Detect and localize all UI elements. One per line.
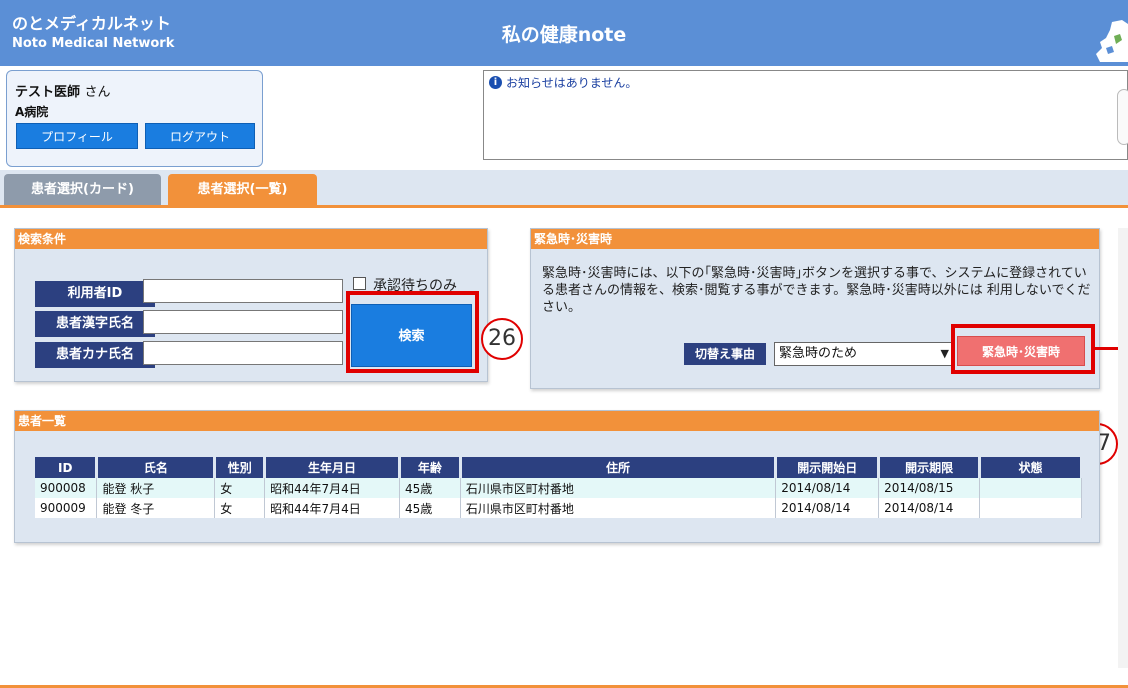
notice-box: i お知らせはありません。 (483, 70, 1128, 160)
column-header: 年齢 (399, 457, 462, 478)
search-panel-title: 検索条件 (15, 229, 487, 249)
profile-button[interactable]: プロフィール (16, 123, 138, 149)
emergency-button-highlight (951, 324, 1095, 374)
cell-id: 900008 (35, 478, 98, 498)
cell-name: 能登 冬子 (96, 498, 216, 518)
column-header: 氏名 (96, 457, 217, 478)
column-header: 状態 (979, 457, 1083, 478)
cell-disclosure-end: 2014/08/15 (878, 478, 981, 498)
noto-peninsula-map-icon (1096, 20, 1128, 62)
info-icon: i (489, 76, 502, 89)
column-header: 開示期限 (878, 457, 982, 478)
patient-table: ID 氏名 性別 生年月日 年齢 住所 開示開始日 開示期限 状態 900008… (35, 457, 1083, 518)
cell-address: 石川県市区町村番地 (460, 498, 777, 518)
kana-name-input[interactable] (143, 341, 343, 365)
tab-patient-select-list[interactable]: 患者選択(一覧) (168, 174, 317, 205)
cell-birthdate: 昭和44年7月4日 (264, 498, 400, 518)
cell-age: 45歳 (399, 498, 461, 518)
patient-list-title: 患者一覧 (15, 411, 1099, 431)
tab-patient-select-card[interactable]: 患者選択(カード) (4, 174, 161, 205)
cell-status (979, 498, 1082, 518)
cell-birthdate: 昭和44年7月4日 (264, 478, 400, 498)
patient-list-panel: 患者一覧 ID 氏名 性別 生年月日 年齢 住所 開示開始日 開示期限 状態 9… (14, 410, 1100, 543)
callout-number-26: 26 (481, 318, 523, 360)
table-row[interactable]: 900009 能登 冬子 女 昭和44年7月4日 45歳 石川県市区町村番地 2… (35, 498, 1082, 518)
kanji-name-input[interactable] (143, 310, 343, 334)
approval-only-checkbox[interactable] (353, 277, 366, 290)
table-header-row: ID 氏名 性別 生年月日 年齢 住所 開示開始日 開示期限 状態 (35, 457, 1083, 478)
cell-name: 能登 秋子 (96, 478, 216, 498)
cell-disclosure-start: 2014/08/14 (775, 498, 880, 518)
user-id-input[interactable] (143, 279, 343, 303)
cell-sex: 女 (214, 498, 266, 518)
cell-disclosure-end: 2014/08/14 (878, 498, 981, 518)
app-header: のとメディカルネット Noto Medical Network 私の健康note (0, 0, 1128, 66)
cell-sex: 女 (214, 478, 266, 498)
reason-label: 切替え事由 (684, 343, 766, 365)
logout-button[interactable]: ログアウト (145, 123, 255, 149)
user-name-text: テスト医師 (15, 85, 81, 100)
column-header: 住所 (460, 457, 778, 478)
table-row[interactable]: 900008 能登 秋子 女 昭和44年7月4日 45歳 石川県市区町村番地 2… (35, 478, 1082, 498)
user-id-label: 利用者ID (35, 281, 155, 307)
column-header: 生年月日 (264, 457, 401, 478)
chevron-down-icon: ▼ (940, 347, 949, 360)
user-honorific: さん (84, 85, 111, 100)
user-name: テスト医師 さん (15, 81, 111, 100)
tab-bar: 患者選択(カード) 患者選択(一覧) (0, 170, 1128, 208)
column-header: 性別 (214, 457, 267, 478)
cell-status (979, 478, 1082, 498)
user-panel: テスト医師 さん A病院 プロフィール ログアウト (6, 70, 263, 167)
column-header: ID (35, 457, 99, 478)
search-button-highlight (346, 291, 479, 373)
app-title: 私の健康note (501, 24, 627, 46)
kana-name-label: 患者カナ氏名 (35, 342, 155, 368)
notice-scrollbar[interactable] (1117, 89, 1128, 145)
cell-disclosure-start: 2014/08/14 (775, 478, 880, 498)
cell-address: 石川県市区町村番地 (460, 478, 777, 498)
emergency-panel-title: 緊急時･災害時 (531, 229, 1099, 249)
page-scrollbar[interactable] (1118, 228, 1128, 668)
cell-id: 900009 (35, 498, 98, 518)
hospital-name: A病院 (15, 105, 49, 119)
column-header: 開示開始日 (775, 457, 881, 478)
reason-selected-value: 緊急時のため (779, 346, 858, 361)
reason-select[interactable]: 緊急時のため ▼ (774, 342, 954, 366)
emergency-description: 緊急時･災害時には、以下の｢緊急時･災害時｣ボタンを選択する事で、システムに登録… (542, 266, 1091, 315)
cell-age: 45歳 (399, 478, 461, 498)
notice-text: お知らせはありません。 (506, 76, 638, 90)
kanji-name-label: 患者漢字氏名 (35, 311, 155, 337)
